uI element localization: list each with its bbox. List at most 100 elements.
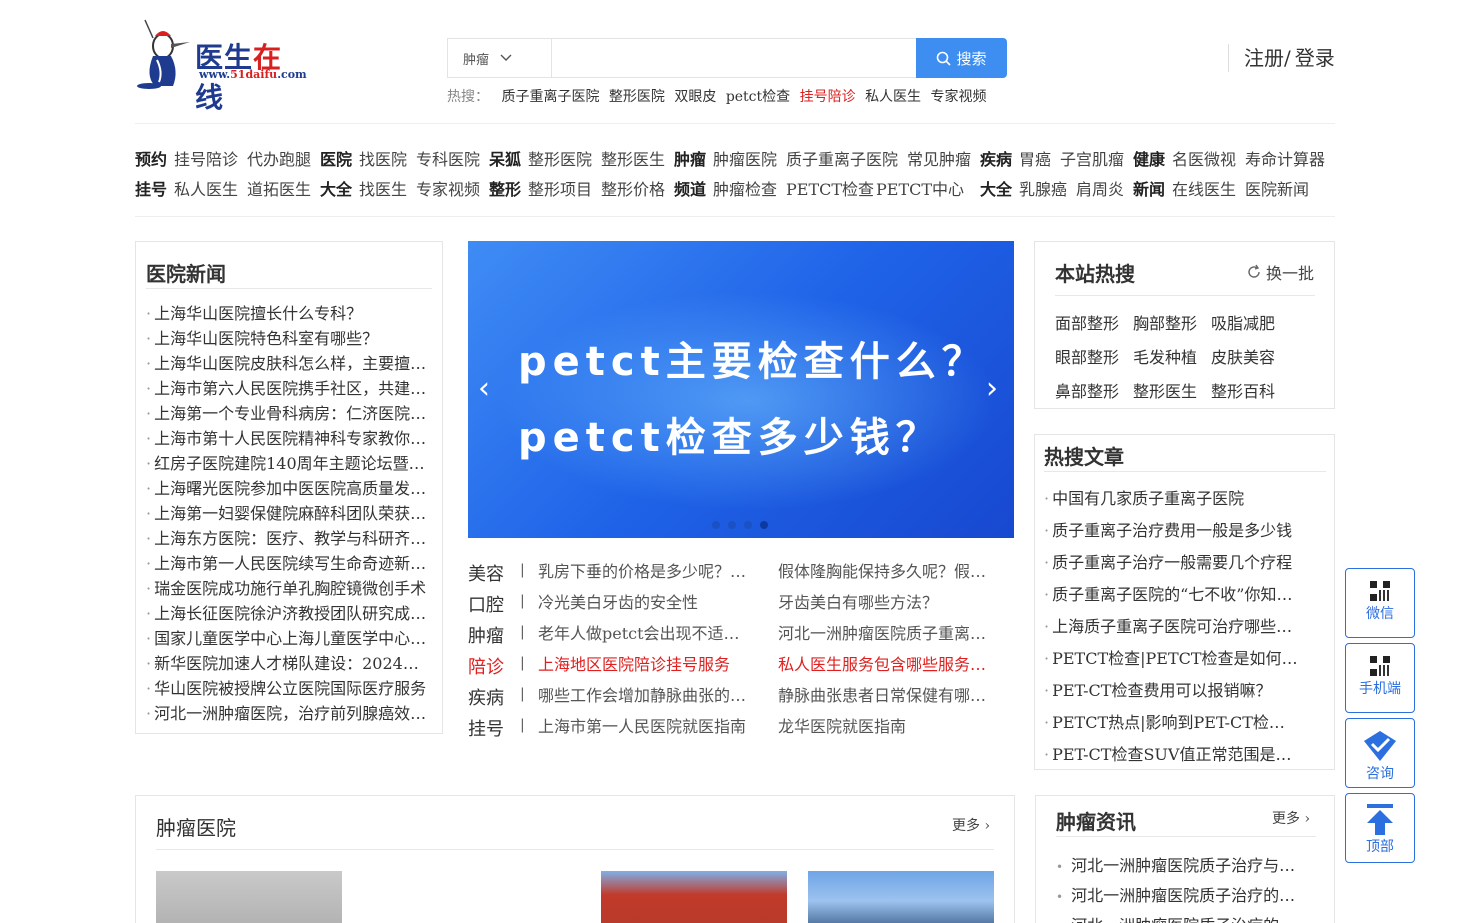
hot-search-tag[interactable]: 整形医生 (1133, 378, 1211, 402)
news-list-item[interactable]: 上海长征医院徐沪济教授团队研究成果发布 (146, 600, 431, 625)
nav-section-label[interactable]: 大全 (980, 176, 1012, 200)
tumor-hospitals-more-link[interactable]: 更多 › (952, 815, 990, 835)
nav-link[interactable]: 胃癌 (1019, 146, 1051, 170)
nav-link[interactable]: 整形价格 (601, 176, 665, 200)
hot-search-tag[interactable]: 鼻部整形 (1055, 378, 1133, 402)
mobile-float-button[interactable]: 手机端 (1345, 643, 1415, 713)
hot-search-link[interactable]: 质子重离子医院 (501, 89, 599, 105)
hospital-thumbnail[interactable] (601, 871, 787, 923)
register-link[interactable]: 注册 (1244, 46, 1284, 70)
carousel-dot[interactable] (744, 521, 752, 529)
hot-search-link[interactable]: 整形医院 (609, 89, 665, 105)
hot-search-tag[interactable]: 吸脂减肥 (1211, 310, 1289, 334)
category-article-link[interactable]: 上海地区医院陪诊挂号服务 (538, 651, 748, 675)
nav-link[interactable]: 找医生 (359, 176, 407, 200)
hot-article-item[interactable]: 质子重离子医院的“七不收”你知道吗 (1044, 581, 1299, 613)
hot-article-item[interactable]: 中国有几家质子重离子医院 (1044, 485, 1299, 517)
tumor-news-item[interactable]: 河北一洲肿瘤医院质子治疗的适应症有哪些 (1056, 882, 1311, 912)
category-label[interactable]: 疾病 (468, 684, 504, 710)
hot-article-item[interactable]: 质子重离子治疗费用一般是多少钱 (1044, 517, 1299, 549)
hot-search-link[interactable]: 挂号陪诊 (800, 89, 856, 105)
category-label[interactable]: 陪诊 (468, 653, 504, 679)
category-article-link[interactable]: 静脉曲张患者日常保健有哪些注意 (778, 682, 988, 706)
tumor-news-more-link[interactable]: 更多 › (1272, 808, 1310, 828)
nav-link[interactable]: 整形医生 (601, 146, 665, 170)
category-article-link[interactable]: 哪些工作会增加静脉曲张的风险 (538, 682, 748, 706)
hot-article-item[interactable]: 质子重离子治疗一般需要几个疗程 (1044, 549, 1299, 581)
news-list-item[interactable]: 国家儿童医学中心上海儿童医学中心揭牌 (146, 625, 431, 650)
consult-float-button[interactable]: 咨询 (1345, 718, 1415, 788)
wechat-float-button[interactable]: 微信 (1345, 568, 1415, 638)
search-button[interactable]: 搜索 (916, 38, 1007, 78)
category-article-link[interactable]: 老年人做petct会出现不适吗？ (538, 620, 748, 644)
category-article-link[interactable]: 牙齿美白有哪些方法？ (778, 589, 988, 613)
hot-search-tag[interactable]: 眼部整形 (1055, 344, 1133, 368)
news-list-item[interactable]: 瑞金医院成功施行单孔胸腔镜微创手术 (146, 575, 431, 600)
category-label[interactable]: 肿瘤 (468, 622, 504, 648)
nav-link[interactable]: 找医院 (359, 146, 407, 170)
carousel-prev-arrow-icon[interactable]: ‹ (478, 371, 490, 406)
nav-link[interactable]: 代办跑腿 (247, 146, 311, 170)
search-input[interactable] (551, 38, 917, 78)
hot-search-link[interactable]: 专家视频 (931, 89, 987, 105)
hot-search-tag[interactable]: 整形百科 (1211, 378, 1289, 402)
category-article-link[interactable]: 冷光美白牙齿的安全性 (538, 589, 748, 613)
nav-link[interactable]: 肿瘤检查 (713, 176, 777, 200)
nav-link[interactable]: 整形项目 (528, 176, 592, 200)
carousel-dot[interactable] (712, 521, 720, 529)
nav-link[interactable]: 医院新闻 (1245, 176, 1309, 200)
news-list-item[interactable]: 上海华山医院擅长什么专科？ (146, 300, 431, 325)
nav-link[interactable]: 在线医生 (1172, 176, 1236, 200)
hot-search-link[interactable]: 双眼皮 (674, 89, 716, 105)
refresh-button[interactable]: 换一批 (1246, 260, 1314, 284)
hot-search-tag[interactable]: 胸部整形 (1133, 310, 1211, 334)
nav-link[interactable]: 子宫肌瘤 (1060, 146, 1124, 170)
news-list-item[interactable]: 上海东方医院：医疗、教学与科研齐头并进 (146, 525, 431, 550)
category-label[interactable]: 美容 (468, 560, 504, 586)
news-list-item[interactable]: 上海市第十人民医院精神科专家教你如何应对 (146, 425, 431, 450)
nav-section-label[interactable]: 健康 (1133, 146, 1165, 170)
nav-section-label[interactable]: 疾病 (980, 146, 1012, 170)
nav-section-label[interactable]: 大全 (320, 176, 352, 200)
news-list-item[interactable]: 上海华山医院皮肤科怎么样，主要擅长治疗哪些疾病 (146, 350, 431, 375)
hot-search-link[interactable]: 私人医生 (865, 89, 921, 105)
nav-section-label[interactable]: 呆狐 (489, 146, 521, 170)
category-article-link[interactable]: 河北一洲肿瘤医院质子重离子可以 (778, 620, 988, 644)
nav-link[interactable]: PETCT中心 (876, 176, 964, 200)
nav-link[interactable]: 质子重离子医院 (786, 146, 898, 170)
nav-link[interactable]: 整形医院 (528, 146, 592, 170)
nav-section-label[interactable]: 整形 (489, 176, 521, 200)
hospital-thumbnail[interactable] (808, 871, 994, 923)
news-list-item[interactable]: 上海市第六人民医院携手社区，共建健康 (146, 375, 431, 400)
nav-link[interactable]: 专科医院 (416, 146, 480, 170)
login-link[interactable]: 登录 (1295, 46, 1335, 70)
nav-link[interactable]: 道拓医生 (247, 176, 311, 200)
category-article-link[interactable]: 上海市第一人民医院就医指南 (538, 713, 748, 737)
nav-link[interactable]: 肿瘤医院 (713, 146, 777, 170)
news-list-item[interactable]: 红房子医院建院140周年主题论坛暨学术会议 (146, 450, 431, 475)
hot-article-item[interactable]: 上海质子重离子医院可治疗哪些肿瘤 (1044, 613, 1299, 645)
nav-link[interactable]: 挂号陪诊 (174, 146, 238, 170)
news-list-item[interactable]: 上海华山医院特色科室有哪些？ (146, 325, 431, 350)
site-logo[interactable]: 医生在线 www.51daifu.com (135, 16, 310, 114)
hot-search-link[interactable]: petct检查 (726, 89, 790, 105)
hot-article-item[interactable]: PET-CT检查SUV值正常范围是多少 (1044, 741, 1299, 773)
search-category-select[interactable]: 肿瘤 (447, 38, 552, 78)
tumor-news-item[interactable]: 河北一洲肿瘤医院质子治疗的功效 (1056, 912, 1311, 923)
nav-link[interactable]: 常见肿瘤 (907, 146, 971, 170)
nav-section-label[interactable]: 频道 (674, 176, 706, 200)
nav-link[interactable]: 专家视频 (416, 176, 480, 200)
carousel-dot[interactable] (728, 521, 736, 529)
news-list-item[interactable]: 上海市第一人民医院续写生命奇迹新篇章 (146, 550, 431, 575)
back-to-top-button[interactable]: 顶部 (1345, 793, 1415, 863)
category-label[interactable]: 挂号 (468, 715, 504, 741)
tumor-news-item[interactable]: 河北一洲肿瘤医院质子治疗与传统放疗的区别 (1056, 852, 1311, 882)
category-label[interactable]: 口腔 (468, 591, 504, 617)
category-article-link[interactable]: 龙华医院就医指南 (778, 713, 988, 737)
nav-section-label[interactable]: 新闻 (1133, 176, 1165, 200)
news-list-item[interactable]: 上海第一个专业骨科病房：仁济医院骨科 (146, 400, 431, 425)
hot-article-item[interactable]: PETCT热点|影响到PET-CT检查结果的因素 (1044, 709, 1299, 741)
category-article-link[interactable]: 乳房下垂的价格是多少呢？如何 (538, 558, 748, 582)
nav-section-label[interactable]: 医院 (320, 146, 352, 170)
hot-article-item[interactable]: PETCT检查|PETCT检查是如何进行的 (1044, 645, 1299, 677)
